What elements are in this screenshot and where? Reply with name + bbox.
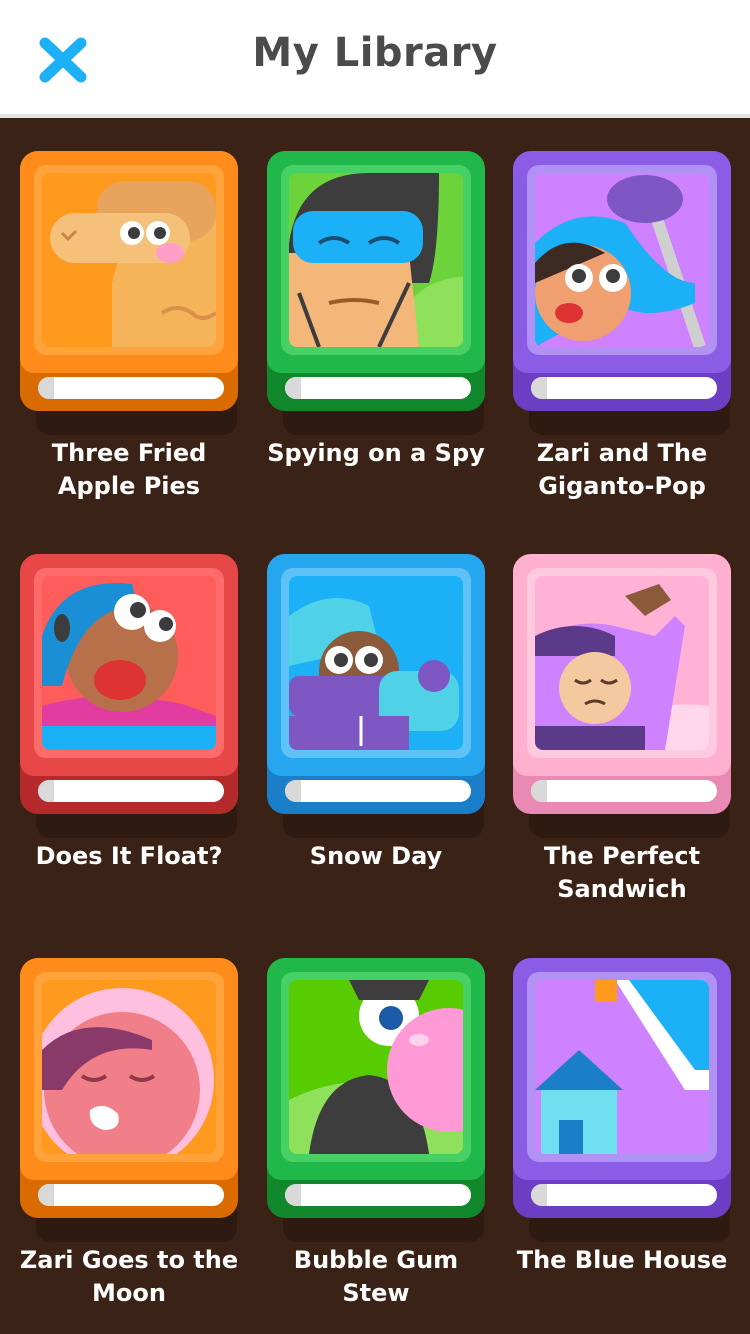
- book-pages: [285, 1184, 471, 1206]
- book-three-fried-apple-pies[interactable]: Three Fried Apple Pies: [20, 151, 267, 531]
- astronaut-cover-illustration: [42, 980, 216, 1154]
- book-the-blue-house[interactable]: The Blue House: [513, 958, 750, 1334]
- bubble-gum-cover-illustration: [289, 980, 463, 1154]
- page-title: My Library: [252, 30, 498, 76]
- book-title: Bubble Gum Stew: [293, 1246, 459, 1307]
- book-pages: [38, 377, 224, 399]
- house-cover-illustration: [535, 980, 709, 1154]
- book-title: The Blue House: [516, 1246, 728, 1274]
- book-cover: [513, 554, 731, 814]
- book-cover: [20, 151, 238, 411]
- book-snow-day[interactable]: Snow Day: [267, 554, 514, 934]
- book-title: Does It Float?: [35, 842, 223, 870]
- book-title: Snow Day: [309, 842, 443, 870]
- sandwich-cover-illustration: [535, 576, 709, 750]
- book-cover: [267, 151, 485, 411]
- book-pages: [38, 1184, 224, 1206]
- book-cover: [513, 151, 731, 411]
- book-spying-on-a-spy[interactable]: Spying on a Spy: [267, 151, 514, 531]
- book-pages: [285, 377, 471, 399]
- book-title: Zari Goes to the Moon: [19, 1246, 239, 1307]
- book-cover: [267, 554, 485, 814]
- snow-cover-illustration: [289, 576, 463, 750]
- book-the-perfect-sandwich[interactable]: The Perfect Sandwich: [513, 554, 750, 934]
- book-pages: [285, 780, 471, 802]
- book-title: Spying on a Spy: [267, 439, 485, 467]
- book-title: Three Fried Apple Pies: [51, 439, 207, 500]
- book-title: The Perfect Sandwich: [543, 842, 701, 903]
- book-pages: [531, 1184, 717, 1206]
- spy-cover-illustration: [289, 173, 463, 347]
- book-zari-goes-to-the-moon[interactable]: Zari Goes to the Moon: [20, 958, 267, 1334]
- book-cover: [513, 958, 731, 1218]
- header-bar: My Library: [0, 0, 750, 118]
- camel-cover-illustration: [42, 173, 216, 347]
- book-zari-and-the-giganto-pop[interactable]: Zari and The Giganto-Pop: [513, 151, 750, 531]
- book-cover: [20, 554, 238, 814]
- lollipop-cover-illustration: [535, 173, 709, 347]
- swimmer-cover-illustration: [42, 576, 216, 750]
- book-title: Zari and The Giganto-Pop: [536, 439, 708, 500]
- book-does-it-float[interactable]: Does It Float?: [20, 554, 267, 934]
- book-cover: [267, 958, 485, 1218]
- book-cover: [20, 958, 238, 1218]
- book-pages: [38, 780, 224, 802]
- book-pages: [531, 377, 717, 399]
- book-bubble-gum-stew[interactable]: Bubble Gum Stew: [267, 958, 514, 1334]
- book-pages: [531, 780, 717, 802]
